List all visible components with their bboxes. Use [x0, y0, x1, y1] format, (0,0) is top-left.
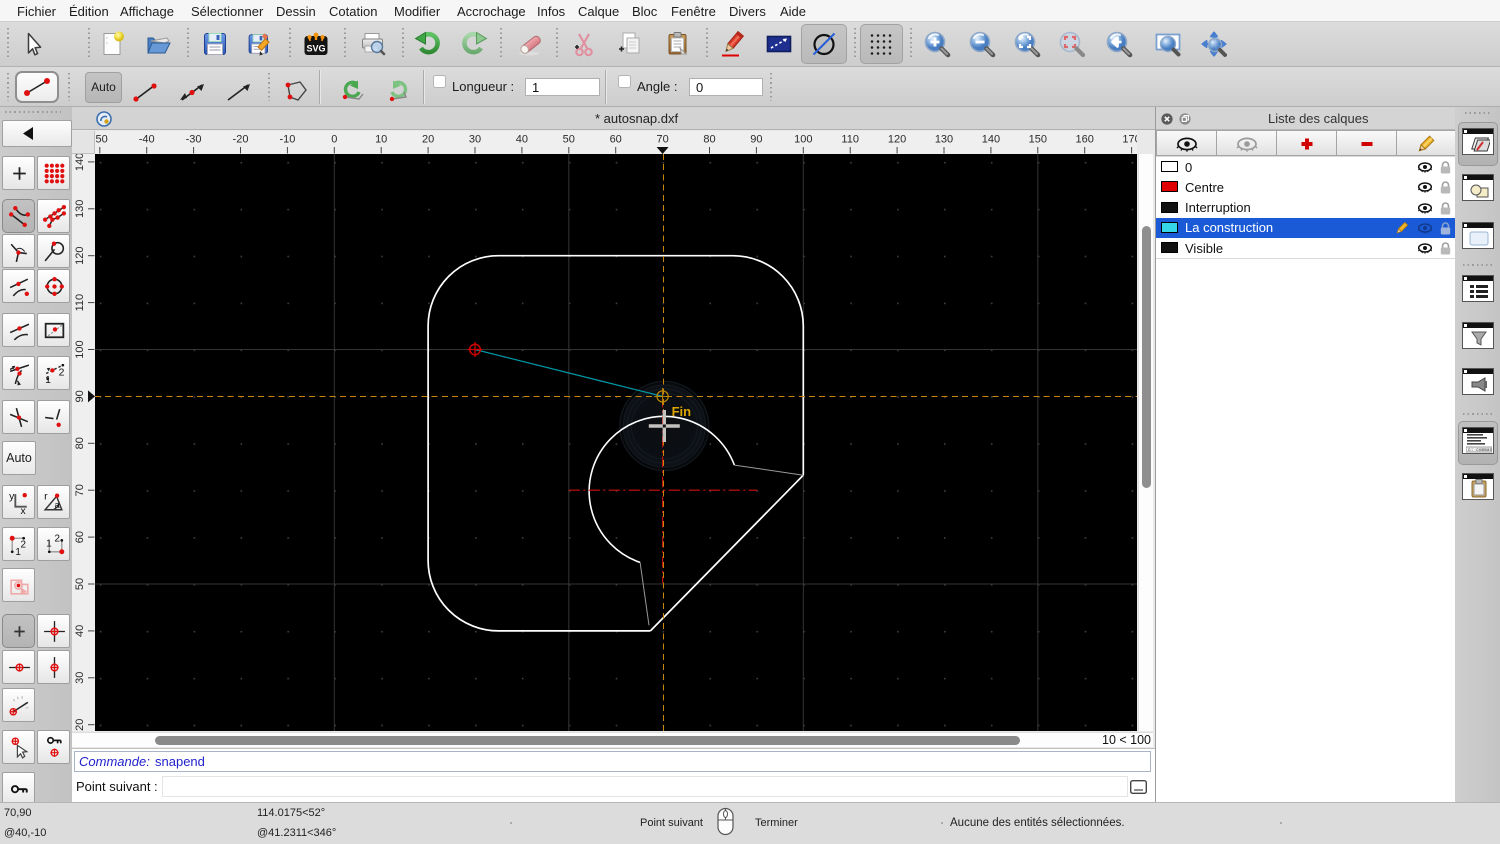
svg-text:y: y — [9, 491, 15, 502]
svg-text:r: r — [44, 491, 48, 502]
svg-text:-10: -10 — [279, 134, 295, 146]
svg-text:20: 20 — [74, 719, 86, 731]
svg-text:130: 130 — [74, 200, 86, 218]
svg-text:-30: -30 — [186, 134, 202, 146]
svg-text:60: 60 — [74, 531, 86, 543]
svg-text:a: a — [55, 500, 61, 510]
svg-text:1: 1 — [46, 539, 52, 550]
svg-text:Fin: Fin — [672, 404, 692, 419]
svg-text:2: 2 — [55, 533, 61, 544]
svg-text:1: 1 — [15, 547, 21, 557]
svg-text:60: 60 — [610, 134, 622, 146]
svg-text:140: 140 — [74, 154, 86, 171]
svg-text:70: 70 — [656, 134, 668, 146]
svg-text:110: 110 — [74, 294, 86, 312]
svg-text:160: 160 — [1076, 134, 1094, 146]
svg-text:0: 0 — [331, 134, 337, 146]
svg-text:-40: -40 — [139, 134, 155, 146]
svg-text:150: 150 — [1029, 134, 1047, 146]
svg-text:50: 50 — [74, 578, 86, 590]
svg-text:c: command: c: command — [1468, 447, 1492, 453]
svg-text:2: 2 — [21, 540, 27, 551]
svg-text:80: 80 — [74, 437, 86, 449]
svg-text:110: 110 — [841, 134, 859, 146]
svg-text:40: 40 — [74, 625, 86, 637]
svg-text:SVG: SVG — [306, 44, 325, 54]
svg-text:100: 100 — [794, 134, 812, 146]
svg-text:170: 170 — [1122, 134, 1137, 146]
svg-text:30: 30 — [469, 134, 481, 146]
svg-text:50: 50 — [563, 134, 575, 146]
svg-text:2: 2 — [59, 368, 65, 379]
svg-text:90: 90 — [74, 390, 86, 402]
svg-text:10: 10 — [375, 134, 387, 146]
svg-text:-20: -20 — [233, 134, 249, 146]
svg-text:40: 40 — [516, 134, 528, 146]
svg-text:130: 130 — [935, 134, 953, 146]
svg-text:x: x — [21, 506, 27, 515]
svg-text:100: 100 — [74, 340, 86, 358]
svg-text:120: 120 — [888, 134, 906, 146]
svg-text:120: 120 — [74, 247, 86, 265]
svg-text:20: 20 — [422, 134, 434, 146]
svg-text:70: 70 — [74, 484, 86, 496]
svg-text:1: 1 — [45, 375, 51, 386]
svg-text:80: 80 — [703, 134, 715, 146]
svg-text:140: 140 — [982, 134, 1000, 146]
svg-text:30: 30 — [74, 672, 86, 684]
svg-text:90: 90 — [750, 134, 762, 146]
